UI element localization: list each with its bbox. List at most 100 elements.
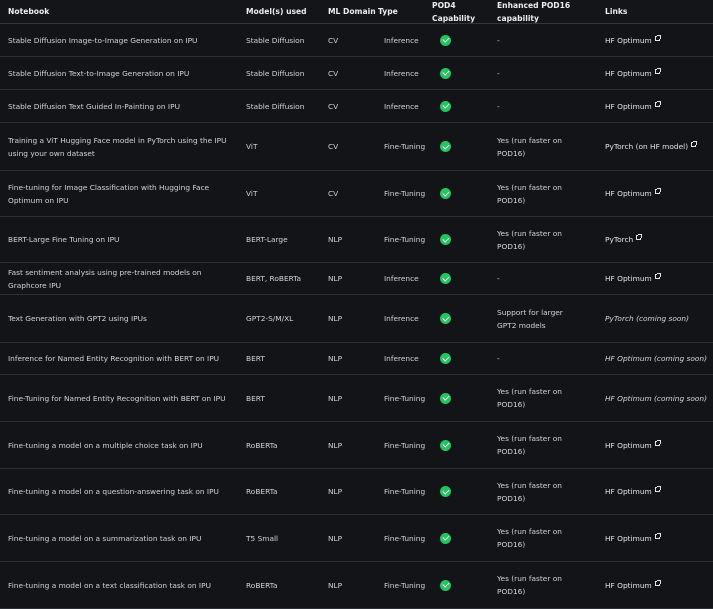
check-circle-icon [440,141,451,152]
notebook-cell: Training a ViT Hugging Face model in PyT… [8,135,227,158]
models-cell: GPT2-S/M/XL [246,314,294,323]
type-cell: Inference [384,101,419,111]
domain-cell: CV [328,142,339,151]
pod16-text: Yes (run faster on POD16) [497,434,562,456]
table-header: Notebook Model(s) used ML Domain Type PO… [0,0,713,24]
pod16-text: Support for larger GPT2 models [497,307,563,330]
link-label: PyTorch (on HF model) [605,142,689,151]
external-link-icon [636,234,643,240]
notebook-link[interactable]: HF Optimum [605,187,661,200]
link-label: HF Optimum [605,101,652,111]
pod4-cell [432,375,496,421]
pod16-text: - [497,101,500,111]
check-circle-icon [440,188,451,199]
pod4-cell [432,123,496,170]
check-circle-icon [440,579,451,591]
type-cell: Fine-Tuning [384,580,426,590]
notebook-cell: Inference for Named Entity Recognition w… [8,354,220,363]
domain-cell: NLP [328,440,343,450]
check-circle-icon [440,273,451,284]
pod16-cell: - [497,90,575,122]
notebook-cell: Text Generation with GPT2 using IPUs [8,314,147,323]
domain-cell: CV [328,189,339,198]
external-link-icon [654,273,661,279]
link-label: PyTorch [605,235,634,244]
notebook-cell: Fine-tuning a model on a text classifica… [8,580,211,590]
pod16-cell: Yes (run faster on POD16) [497,422,575,468]
pod4-cell [432,343,496,374]
pod16-cell: Support for larger GPT2 models [497,295,575,342]
notebook-link[interactable]: HF Optimum [605,532,661,545]
type-cell: Fine-Tuning [384,533,426,543]
link-label: HF Optimum (coming soon) [605,354,707,363]
pod16-cell: Yes (run faster on POD16) [497,217,575,262]
external-link-icon [654,188,661,194]
domain-cell: NLP [328,487,343,496]
models-cell: RoBERTa [246,440,278,450]
domain-cell: CV [328,35,339,45]
notebook-link[interactable]: HF Optimum (coming soon) [605,392,707,405]
pod4-cell [432,562,496,608]
links-cell: HF Optimum [605,57,713,89]
link-label: HF Optimum (coming soon) [605,393,707,403]
notebook-link[interactable]: HF Optimum (coming soon) [605,352,707,365]
domain-cell: NLP [328,274,343,283]
table-row: Fine-Tuning for Named Entity Recognition… [0,375,713,422]
models-cell: ViT [246,142,258,151]
notebook-link[interactable]: HF Optimum [605,272,661,285]
table-row: Stable Diffusion Text Guided In-Painting… [0,90,713,123]
check-circle-icon [440,34,451,46]
notebook-link[interactable]: HF Optimum [605,100,661,113]
notebook-cell: Fine-Tuning for Named Entity Recognition… [8,393,226,403]
table-row: BERT-Large Fine Tuning on IPU BERT-Large N… [0,217,713,263]
pod16-text: - [497,274,500,283]
models-cell: RoBERTa [246,487,278,496]
links-cell: HF Optimum [605,90,713,122]
pod4-cell [432,57,496,89]
pod16-cell: - [497,57,575,89]
check-circle-icon [440,532,451,544]
notebook-link[interactable]: PyTorch (coming soon) [605,312,689,325]
link-label: HF Optimum [605,580,652,590]
check-circle-icon [440,313,451,324]
notebook-cell: Stable Diffusion Text-to-Image Generatio… [8,68,190,78]
notebook-cell: Fine-tuning for Image Classification wit… [8,182,210,205]
table-row: Training a ViT Hugging Face model in PyT… [0,123,713,171]
table-row: Stable Diffusion Image-to-Image Generati… [0,24,713,57]
notebook-link[interactable]: HF Optimum [605,67,661,80]
header-models: Model(s) used [246,7,307,16]
notebook-link[interactable]: PyTorch [605,233,643,246]
table-row: Fine-tuning a model on a text classifica… [0,562,713,609]
notebook-link[interactable]: HF Optimum [605,34,661,47]
pod16-text: - [497,68,500,78]
table-row: Text Generation with GPT2 using IPUs GPT2… [0,295,713,343]
table-row: Fine-tuning for Image Classification wit… [0,171,713,217]
models-cell: Stable Diffusion [246,68,305,78]
external-link-icon [654,486,661,492]
notebook-link[interactable]: HF Optimum [605,485,661,498]
external-link-icon [654,532,661,539]
domain-cell: NLP [328,533,343,543]
notebook-link[interactable]: HF Optimum [605,439,661,452]
link-label: HF Optimum [605,189,652,198]
notebook-link[interactable]: PyTorch (on HF model) [605,140,698,153]
links-cell: HF Optimum [605,422,713,468]
pod4-cell [432,295,496,342]
link-label: HF Optimum [605,440,652,450]
pod16-text: Yes (run faster on POD16) [497,480,562,503]
type-cell: Fine-Tuning [384,189,426,198]
header-notebook: Notebook [8,7,50,16]
check-circle-icon [440,353,451,364]
pod4-cell [432,515,496,561]
notebook-link[interactable]: HF Optimum [605,579,661,592]
pod4-cell [432,24,496,56]
table-row: Inference for Named Entity Recognition w… [0,343,713,375]
pod16-cell: - [497,24,575,56]
models-cell: RoBERTa [246,580,278,590]
link-label: HF Optimum [605,35,652,45]
domain-cell: NLP [328,235,343,244]
links-cell: HF Optimum [605,515,713,561]
table-row: Fine-tuning a model on a multiple choice… [0,422,713,469]
link-label: PyTorch (coming soon) [605,314,689,323]
models-cell: ViT [246,189,258,198]
